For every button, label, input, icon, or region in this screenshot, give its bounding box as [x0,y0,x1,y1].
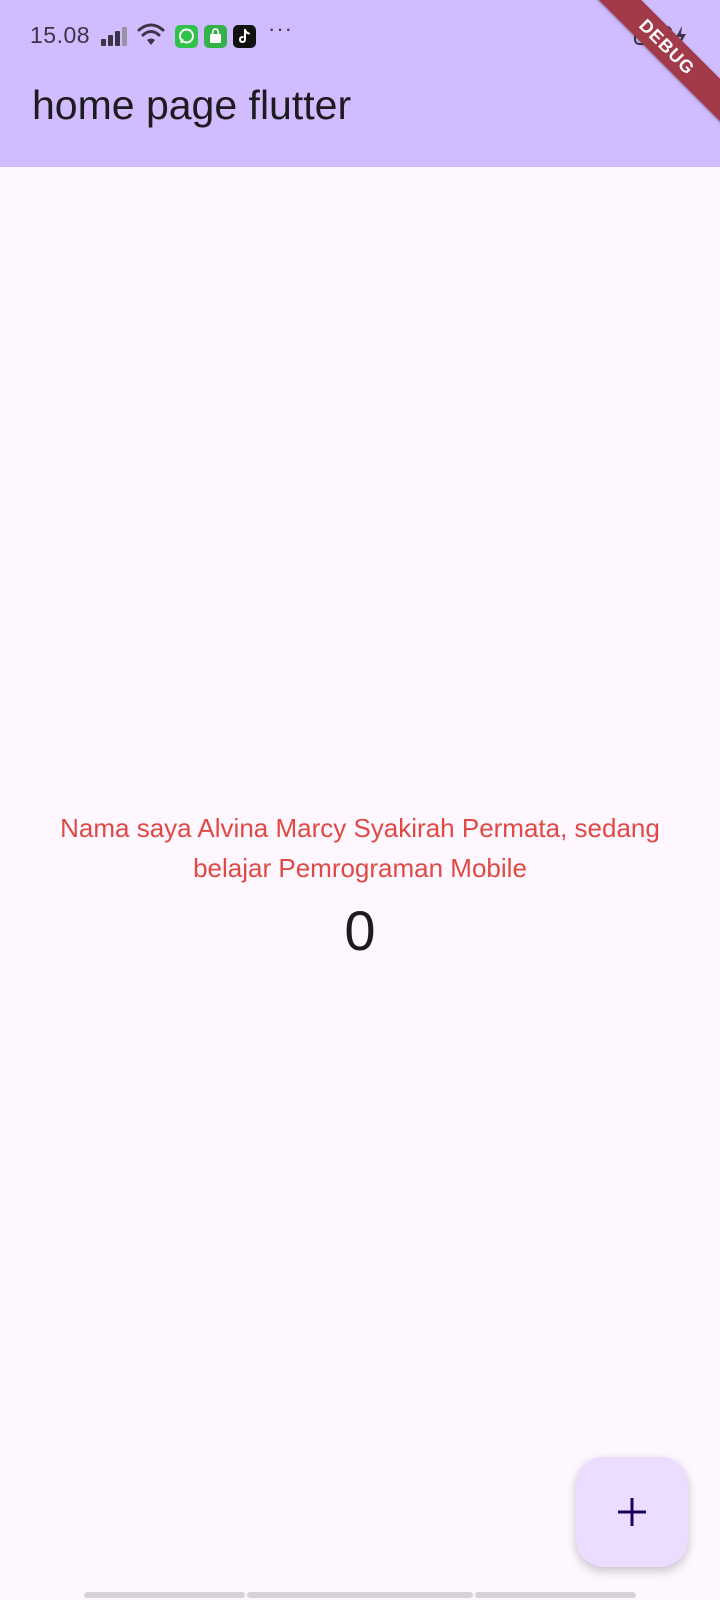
intro-text: Nama saya Alvina Marcy Syakirah Permata,… [60,813,660,883]
tiktok-icon [233,25,256,48]
counter-value: 0 [344,899,376,962]
content-area: Nama saya Alvina Marcy Syakirah Permata,… [0,808,720,966]
app-screen: 15.08 ··· home page flutter DEBUG Nama s… [0,0,720,1600]
plus-icon [618,1498,646,1526]
shopping-bag-icon [204,25,227,48]
nav-indicator-right [475,1592,636,1598]
cellular-signal-icon [101,27,127,46]
nav-indicator-left [84,1592,245,1598]
whatsapp-icon [175,25,198,48]
status-time: 15.08 [30,22,91,48]
wifi-icon [137,23,165,45]
nav-indicator-center [247,1592,473,1598]
page-title: home page flutter [32,82,352,128]
increment-button[interactable] [576,1457,688,1567]
app-bar: 15.08 ··· home page flutter [0,0,720,167]
more-notifications-indicator: ··· [268,16,293,41]
